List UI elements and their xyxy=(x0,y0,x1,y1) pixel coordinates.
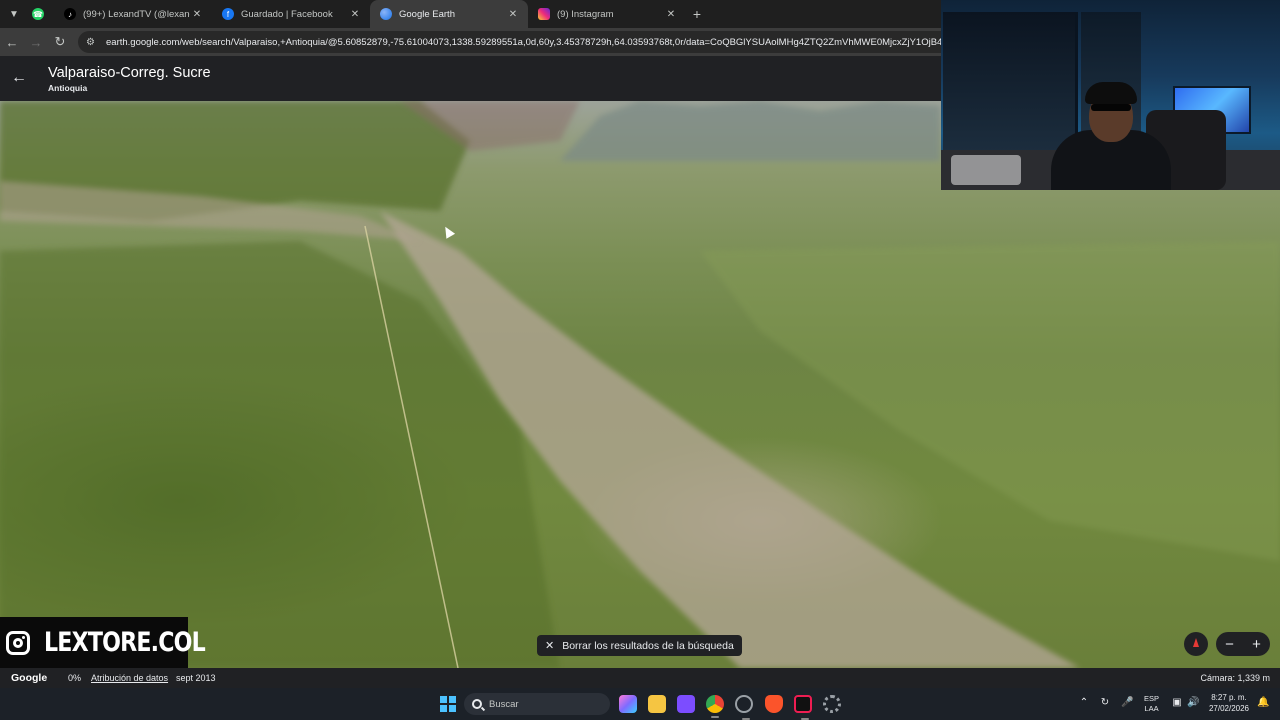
webcam-overlay xyxy=(941,0,1280,190)
zoom-control: − + xyxy=(1216,632,1270,656)
earth-status-bar: Google 0% Atribución de datos sept 2013 … xyxy=(0,668,1280,688)
whatsapp-icon: ☎ xyxy=(32,8,44,20)
taskbar-search[interactable]: Buscar xyxy=(464,693,610,715)
tiktok-icon: ♪ xyxy=(64,8,76,20)
app-clock-icon[interactable] xyxy=(735,695,753,720)
arrow-left-icon: ← xyxy=(11,69,27,86)
windows-logo-pane xyxy=(440,705,447,712)
windows-taskbar: Buscar ⌃ ↻ 🎤 ESP LAA ▣ 🔊 8:27 p. m. 27/0… xyxy=(0,688,1280,720)
close-icon: ✕ xyxy=(545,640,555,652)
streamer-watermark: LEXTORE.COL xyxy=(0,617,206,668)
camera-altitude: Cámara: 1,339 m xyxy=(1200,673,1270,683)
close-tab-icon[interactable]: ✕ xyxy=(190,9,204,20)
arrow-right-icon: → xyxy=(29,34,43,50)
zoom-in-button[interactable]: + xyxy=(1243,636,1270,653)
earth-back-button[interactable]: ← xyxy=(10,69,28,87)
reload-button[interactable]: ↻ xyxy=(48,30,72,54)
language-indicator[interactable]: ESP LAA xyxy=(1144,694,1159,714)
data-attribution-link[interactable]: Atribución de datos xyxy=(91,673,168,683)
windows-logo-pane xyxy=(449,705,456,712)
instagram-icon xyxy=(6,630,30,655)
close-tab-icon[interactable]: ✕ xyxy=(348,9,362,20)
taskbar-search-placeholder: Buscar xyxy=(489,698,519,710)
sync-icon[interactable]: ↻ xyxy=(1099,697,1111,709)
clear-search-results-label: Borrar los resultados de la búsqueda xyxy=(562,639,734,652)
instagram-icon xyxy=(538,8,550,20)
forward-button[interactable]: → xyxy=(24,30,48,54)
place-subtitle: Antioquia xyxy=(48,83,88,93)
start-button[interactable] xyxy=(440,696,456,712)
tab-whatsapp[interactable]: ☎ xyxy=(26,0,54,28)
tab-google-earth[interactable]: Google Earth ✕ xyxy=(370,0,528,28)
compass-needle-icon xyxy=(1193,637,1199,647)
new-tab-button[interactable]: + xyxy=(686,6,708,22)
chevron-up-icon[interactable]: ⌃ xyxy=(1078,697,1090,709)
clock-time: 8:27 p. m. xyxy=(1211,693,1247,702)
microphone-icon[interactable]: 🎤 xyxy=(1121,697,1133,709)
imagery-date: sept 2013 xyxy=(176,673,216,683)
tab-label: Guardado | Facebook xyxy=(241,8,333,20)
google-logo: Google xyxy=(11,672,48,684)
language-code: ESP xyxy=(1144,694,1160,703)
keyboard-layout: LAA xyxy=(1144,704,1159,713)
tab-facebook[interactable]: f Guardado | Facebook ✕ xyxy=(212,0,370,28)
close-tab-icon[interactable]: ✕ xyxy=(664,9,678,20)
zoom-out-button[interactable]: − xyxy=(1216,636,1243,653)
screen: ▼ ☎ ♪ (99+) LexandTV (@lexandtv) | Ti ✕ … xyxy=(0,0,1280,720)
tab-instagram[interactable]: (9) Instagram ✕ xyxy=(528,0,686,28)
settings-icon[interactable] xyxy=(823,695,841,713)
windows-logo-icon xyxy=(440,696,447,703)
watermark-text: LEXTORE.COL xyxy=(44,627,206,658)
taskbar-clock[interactable]: 8:27 p. m. 27/02/2026 xyxy=(1206,693,1252,714)
brave-icon[interactable] xyxy=(765,695,783,713)
tab-label: Google Earth xyxy=(399,8,455,20)
notification-icon[interactable]: 🔔 xyxy=(1257,697,1269,709)
volume-icon[interactable]: 🔊 xyxy=(1187,697,1199,709)
reload-icon: ↻ xyxy=(54,34,66,49)
google-earth-icon xyxy=(380,8,392,20)
site-info-icon[interactable]: ⚙ xyxy=(86,37,100,48)
tab-label: (9) Instagram xyxy=(557,8,614,20)
tab-label: (99+) LexandTV (@lexandtv) | Ti xyxy=(83,8,190,20)
webcam-window xyxy=(943,12,1078,162)
network-icon[interactable]: ▣ xyxy=(1171,697,1183,709)
compass-button[interactable] xyxy=(1184,632,1208,656)
chrome-icon[interactable] xyxy=(706,695,724,718)
search-icon xyxy=(472,699,482,709)
clock-date: 27/02/2026 xyxy=(1208,703,1250,713)
file-explorer-icon[interactable] xyxy=(648,695,666,713)
url-text: earth.google.com/web/search/Valparaiso,+… xyxy=(106,36,980,48)
webcam-desk-items xyxy=(951,155,1021,185)
loading-percentage: 0% xyxy=(68,673,82,683)
windows-logo-pane xyxy=(449,696,456,703)
tiktok-icon[interactable] xyxy=(794,695,812,720)
chevron-down-icon: ▼ xyxy=(9,8,19,20)
copilot-icon[interactable] xyxy=(619,695,637,713)
close-tab-icon[interactable]: ✕ xyxy=(506,9,520,20)
tab-tiktok[interactable]: ♪ (99+) LexandTV (@lexandtv) | Ti ✕ xyxy=(54,0,212,28)
webcam-person-hair xyxy=(1085,82,1137,104)
back-button[interactable]: ← xyxy=(0,30,24,54)
webcam-person-glasses xyxy=(1091,104,1131,111)
app-purple-icon[interactable] xyxy=(677,695,695,713)
tab-search-button[interactable]: ▼ xyxy=(2,2,26,26)
place-title: Valparaiso-Correg. Sucre xyxy=(48,65,211,81)
arrow-left-icon: ← xyxy=(5,34,19,50)
clear-search-results-button[interactable]: ✕ Borrar los resultados de la búsqueda xyxy=(537,635,742,656)
facebook-icon: f xyxy=(222,8,234,20)
